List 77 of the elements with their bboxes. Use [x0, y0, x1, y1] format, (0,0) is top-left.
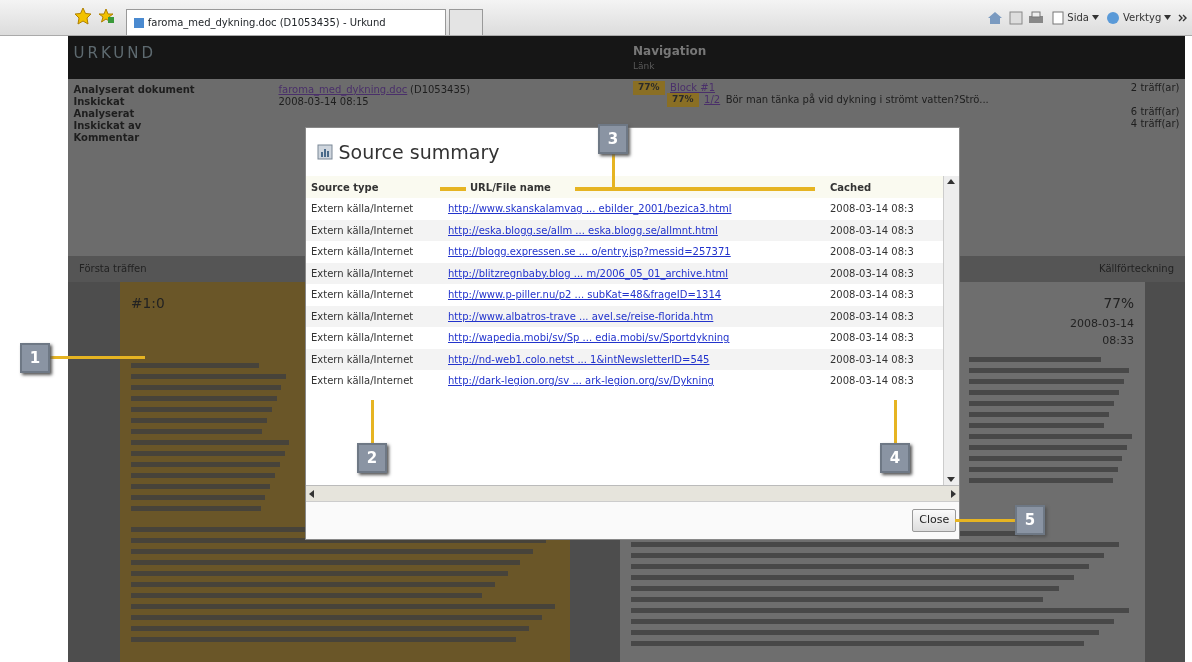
table-cell-text: 2008-03-14 08:3 — [830, 245, 915, 260]
caret-icon — [1164, 15, 1171, 20]
table-cell-text: Extern källa/Internet — [310, 223, 415, 238]
match-heading: #1:0 — [131, 293, 165, 313]
url-link[interactable]: http://www.albatros-trave ... avel.se/reise-florida.htm — [448, 310, 714, 322]
horizontal-scrollbar[interactable] — [306, 485, 959, 501]
new-tab-button[interactable] — [448, 9, 483, 35]
chart-icon — [317, 144, 333, 160]
document-id: (D1053435) — [410, 82, 471, 94]
table-cell-text: Extern källa/Internet — [310, 352, 415, 367]
column-header: Source type — [311, 181, 379, 193]
url-link[interactable]: http://blitzregnbaby.blog ... m/2006_05_01_archive.html — [448, 267, 729, 279]
url-link[interactable]: http://eska.blogg.se/allm ... eska.blogg.se/allmnt.html — [448, 224, 718, 236]
browser-tab[interactable]: faroma_med_dykning.doc (D1053435) - Urkund — [126, 9, 446, 35]
table-cell-text: 2008-03-14 08:3 — [830, 202, 915, 217]
field-label: Analyserat dokument — [73, 82, 196, 94]
table-cell-text: Extern källa/Internet — [310, 288, 415, 303]
table-cell-text: Extern källa/Internet — [310, 331, 415, 346]
table-cell-text: Extern källa/Internet — [310, 202, 415, 217]
source-date: 2008-03-14 — [1070, 316, 1134, 332]
add-favorite-icon[interactable] — [97, 7, 115, 26]
page-icon — [1050, 10, 1065, 25]
field-value: 2008-03-14 08:15 — [278, 95, 369, 106]
table-cell-text: Extern källa/Internet — [310, 309, 415, 324]
callout-number: 4 — [880, 443, 910, 473]
hit-count: 6 träff(ar) — [1130, 105, 1180, 119]
hit-count: 2 träff(ar) — [1130, 81, 1180, 96]
url-link[interactable]: http://blogg.expressen.se ... o/entry.jsp?messid=257371 — [448, 246, 731, 258]
callout-number: 2 — [357, 443, 387, 473]
field-label: Inskickat — [73, 95, 126, 106]
hit-count: 4 träff(ar) — [1130, 117, 1180, 132]
callout-number: 5 — [1015, 505, 1045, 535]
field-label: Inskickat av — [73, 119, 143, 130]
callout-number: 1 — [20, 343, 50, 373]
table-cell-text: Extern källa/Internet — [310, 374, 415, 389]
table-cell-text: 2008-03-14 08:3 — [830, 223, 915, 238]
vertical-scrollbar[interactable] — [943, 176, 959, 485]
match-percent: 77% — [667, 93, 699, 107]
toolbar-menu-button[interactable]: Sida — [1049, 9, 1100, 26]
url-link[interactable]: http://www.skanskalamvag ... ebilder_2001/bezica3.html — [448, 203, 732, 215]
column-header: URL/File name — [470, 181, 551, 193]
match-percent: 77% — [633, 81, 665, 95]
table-cell-text: 2008-03-14 08:3 — [830, 266, 915, 281]
leader-line — [955, 519, 1015, 522]
logo: URKUND — [72, 42, 158, 64]
leader-line — [371, 400, 374, 443]
feed-icon[interactable] — [1008, 10, 1023, 25]
table-cell-text: Extern källa/Internet — [310, 245, 415, 260]
caret-icon — [1091, 15, 1099, 20]
table-cell-text: 2008-03-14 08:3 — [830, 331, 915, 346]
close-button[interactable]: Close — [912, 509, 957, 532]
table-cell-text: 2008-03-14 08:3 — [830, 374, 915, 389]
url-link[interactable]: http://wapedia.mobi/sv/Sp ... edia.mobi/sv/Sportdykning — [448, 332, 730, 344]
star-icon[interactable] — [73, 7, 92, 26]
url-link[interactable]: http://dark-legion.org/sv ... ark-legion.org/sv/Dykning — [448, 375, 714, 387]
column-header: Cached — [830, 181, 872, 193]
page-icon — [133, 16, 145, 29]
toolbar-menu-button[interactable]: Verktyg — [1105, 9, 1172, 26]
table-cell-text: 2008-03-14 08:3 — [830, 288, 915, 303]
field-label: Kommentar — [73, 130, 141, 142]
dialog-title: Source summary — [338, 139, 500, 165]
section-subtitle: Länk — [633, 59, 656, 73]
field-label: Analyserat — [73, 106, 136, 118]
source-time: 08:33 — [1102, 332, 1134, 349]
table-cell-text: Extern källa/Internet — [310, 266, 415, 281]
chevron-icon[interactable] — [1177, 13, 1187, 22]
tab-title: faroma_med_dykning.doc (D1053435) - Urkund — [147, 16, 386, 30]
url-link[interactable]: http://www.p-piller.nu/p2 ... subKat=48&frageID=1314 — [448, 289, 722, 301]
print-icon[interactable] — [1028, 10, 1045, 25]
table-cell-text: 2008-03-14 08:3 — [830, 309, 915, 324]
callout-number: 3 — [598, 124, 628, 154]
table-cell-text: 2008-03-14 08:3 — [830, 352, 915, 367]
leader-line — [894, 400, 897, 443]
url-link[interactable]: http://nd-web1.colo.netst ... 1&intNewsletterID=545 — [448, 353, 710, 365]
section-title: Navigation — [633, 42, 707, 60]
source-percent: 77% — [1103, 293, 1134, 313]
home-icon[interactable] — [987, 10, 1004, 25]
